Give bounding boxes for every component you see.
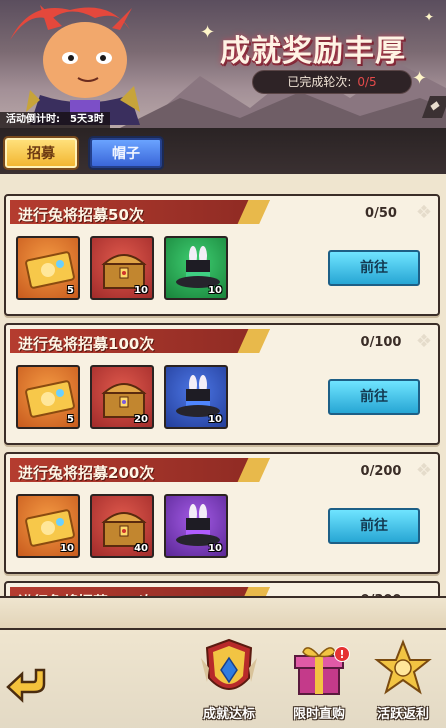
reward-quantity: 10 [60, 543, 74, 554]
blue-bunny-hat-icon[interactable]: 10 [164, 365, 228, 429]
nav-label: 活跃返利 [376, 707, 429, 722]
purple-bunny-hat-icon[interactable]: 10 [164, 494, 228, 558]
shield-medal-icon [201, 638, 257, 690]
go-button[interactable]: 前往 [328, 379, 420, 415]
bottom-nav: 成就达标 ! 限时直购 活跃返利 [0, 630, 446, 728]
task-list[interactable]: 进行兔将招募50次 0/50 ❖ 5 10 10 前往 进行兔将招募100次 0… [0, 174, 446, 606]
gold-ticket-icon[interactable]: 5 [16, 365, 80, 429]
reward-quantity: 10 [208, 543, 222, 554]
round-progress: 已完成轮次: 0/5 [252, 70, 412, 94]
nav-active-rebate[interactable]: 活跃返利 [366, 638, 440, 724]
nav-achievement[interactable]: 成就达标 [192, 638, 266, 724]
reward-quantity: 20 [134, 414, 148, 425]
round-progress-label: 已完成轮次: [287, 75, 352, 89]
treasure-chest-icon[interactable]: 20 [90, 365, 154, 429]
tab-recruit[interactable]: 招募 [5, 138, 77, 168]
go-button[interactable]: 前往 [328, 250, 420, 286]
tab-bar: 招募 帽子 [0, 128, 446, 174]
event-banner: ✦ ✦ ✦ 成就奖励丰厚 已完成轮次: 0/5 活动倒计时: 5天3时 [0, 0, 446, 128]
nav-label: 成就达标 [202, 707, 255, 722]
task-title: 进行兔将招募50次 [18, 206, 144, 224]
sparkle-icon: ✦ [412, 68, 428, 89]
gold-ticket-icon[interactable]: 10 [16, 494, 80, 558]
go-button[interactable]: 前往 [328, 508, 420, 544]
task-title: 进行兔将招募100次 [18, 335, 155, 353]
gold-ticket-icon[interactable]: 5 [16, 236, 80, 300]
tab-hat[interactable]: 帽子 [90, 138, 162, 168]
nav-label: 限时直购 [292, 707, 345, 722]
corner-ornament-icon: ❖ [415, 460, 432, 481]
banner-title: 成就奖励丰厚 [220, 34, 406, 69]
green-bunny-hat-icon[interactable]: 10 [164, 236, 228, 300]
task-progress-count: 0/100 [360, 335, 402, 350]
sparkle-icon: ✦ [200, 22, 216, 43]
nav-limited-purchase[interactable]: ! 限时直购 [282, 638, 356, 724]
task-progress-count: 0/200 [360, 464, 402, 479]
treasure-chest-icon[interactable]: 40 [90, 494, 154, 558]
gold-star-icon [374, 639, 432, 695]
sparkle-icon: ✦ [424, 10, 435, 24]
reward-quantity: 5 [67, 285, 74, 296]
task-card: 进行兔将招募50次 0/50 ❖ 5 10 10 前往 [4, 194, 440, 316]
task-title: 进行兔将招募200次 [18, 464, 155, 482]
task-card: 进行兔将招募100次 0/100 ❖ 5 20 10 前往 [4, 323, 440, 445]
list-bottom-scroll-edge [0, 596, 446, 630]
notification-badge: ! [334, 646, 350, 662]
round-progress-value: 0/5 [357, 75, 377, 89]
countdown-value: 5天3时 [70, 114, 104, 125]
event-countdown: 活动倒计时: 5天3时 [0, 112, 110, 128]
corner-ornament-icon: ❖ [415, 331, 432, 352]
reward-quantity: 40 [134, 543, 148, 554]
task-card: 进行兔将招募200次 0/200 ❖ 10 40 10 前往 [4, 452, 440, 574]
reward-quantity: 10 [208, 414, 222, 425]
reward-quantity: 5 [67, 414, 74, 425]
corner-ornament-icon: ❖ [415, 202, 432, 223]
treasure-chest-icon[interactable]: 10 [90, 236, 154, 300]
back-arrow-icon[interactable] [4, 660, 50, 706]
reward-quantity: 10 [134, 285, 148, 296]
countdown-label: 活动倒计时: [6, 114, 60, 125]
fox-hero-icon [10, 5, 140, 125]
task-progress-count: 0/50 [365, 206, 397, 221]
reward-quantity: 10 [208, 285, 222, 296]
